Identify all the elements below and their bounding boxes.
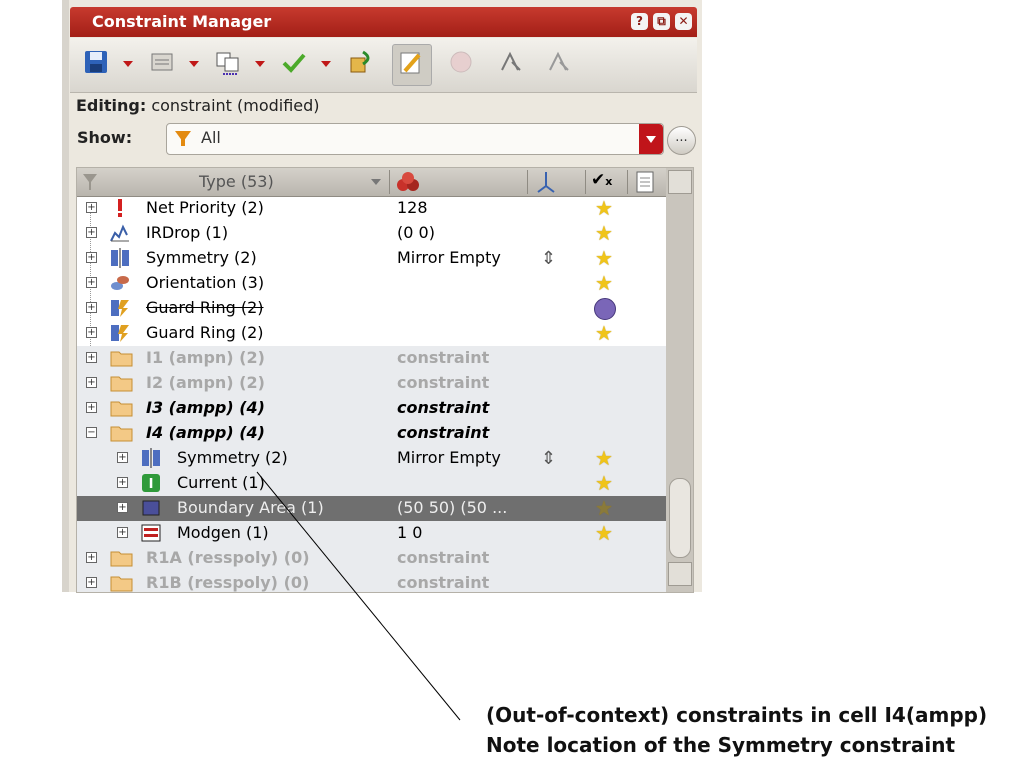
annotation-line-1: (Out-of-context) constraints in cell I4(… [486,703,988,727]
annotation-line-2: Note location of the Symmetry constraint [486,733,956,757]
annotation-text: (Out-of-context) constraints in cell I4(… [486,700,987,760]
annotation-leader-line [256,471,461,721]
